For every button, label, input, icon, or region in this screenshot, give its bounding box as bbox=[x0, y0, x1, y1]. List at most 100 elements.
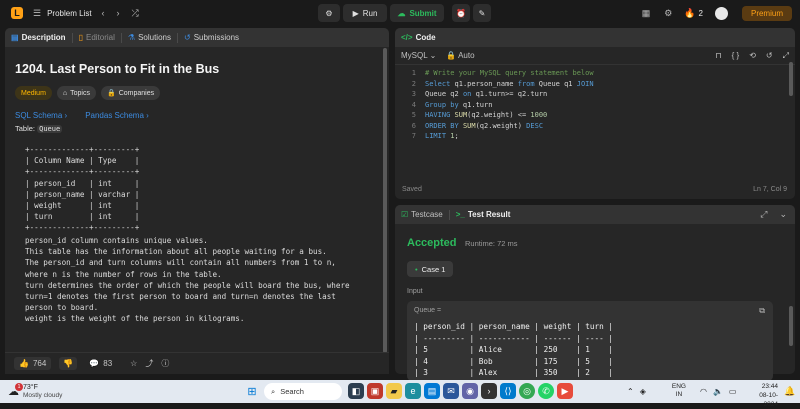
case-1-button[interactable]: • Case 1 bbox=[407, 261, 454, 277]
auto-mode[interactable]: 🔒 Auto bbox=[446, 51, 474, 60]
terminal-app-icon[interactable]: › bbox=[481, 383, 497, 399]
problem-badges: Medium ⌂ Topics 🔒 Companies bbox=[15, 86, 161, 100]
editor-toolbar: MySQL ⌄ 🔒 Auto ⊓ { } ⟲ ↺ ⤢ bbox=[395, 47, 795, 65]
lock-icon: 🔒 bbox=[106, 90, 116, 97]
battery-icon[interactable]: ▭ bbox=[729, 387, 737, 396]
tab-submissions[interactable]: ↺ Submissions bbox=[178, 33, 245, 42]
code-line: 7 LIMIT 1; bbox=[411, 132, 459, 140]
description-text: person_id column contains unique values.… bbox=[25, 236, 350, 324]
weather-widget[interactable]: ☁ 1 73°F Mostly cloudy bbox=[8, 382, 62, 400]
pandas-schema-link[interactable]: Pandas Schema › bbox=[85, 111, 149, 120]
mail-icon[interactable]: ✉ bbox=[443, 383, 459, 399]
result-status: Accepted bbox=[407, 237, 457, 249]
comments-button[interactable]: 💬 83 bbox=[89, 359, 112, 368]
photos-icon[interactable]: ◉ bbox=[462, 383, 478, 399]
store-icon[interactable]: ▤ bbox=[424, 383, 440, 399]
retrieve-icon[interactable]: ⟲ bbox=[749, 51, 756, 60]
clock[interactable]: 23:44 08-10-2024 bbox=[748, 382, 778, 409]
code-scrollbar[interactable] bbox=[789, 62, 793, 96]
language-indicator[interactable]: ENG IN bbox=[672, 383, 686, 399]
run-button[interactable]: ▶ Run bbox=[343, 4, 387, 22]
tab-code[interactable]: </> Code bbox=[395, 33, 442, 42]
description-footer: 👍 764 👎 💬 83 ☆ ⤴ ⓘ bbox=[5, 352, 389, 374]
tab-test-result[interactable]: >_ Test Result bbox=[450, 210, 517, 219]
input-label: Input bbox=[407, 288, 423, 295]
help-icon[interactable]: ⓘ bbox=[161, 358, 169, 369]
windows-taskbar: ☁ 1 73°F Mostly cloudy ⊞ ⌕ Search ◧ ▣ ▰ e… bbox=[0, 380, 800, 408]
queue-label: Queue = bbox=[414, 307, 442, 314]
result-scrollbar[interactable] bbox=[789, 306, 793, 346]
submit-button[interactable]: ☁ Submit bbox=[390, 4, 444, 22]
media-icon[interactable]: ▶ bbox=[557, 383, 573, 399]
avatar[interactable] bbox=[714, 6, 728, 20]
file-explorer-icon[interactable]: ▰ bbox=[386, 383, 402, 399]
settings-gear-icon[interactable]: ⚙ bbox=[664, 8, 672, 19]
panel-toggle-icon[interactable]: ☰ bbox=[33, 8, 41, 19]
table-label: Table: Queue bbox=[15, 124, 63, 133]
code-editor[interactable]: 1 # Write your MySQL query statement belo… bbox=[402, 68, 594, 142]
next-problem-icon[interactable]: › bbox=[117, 8, 120, 18]
widgets-icon[interactable]: ◧ bbox=[348, 383, 364, 399]
taskbar-search[interactable]: ⌕ Search bbox=[264, 383, 342, 400]
leetcode-logo-icon[interactable]: L bbox=[11, 7, 23, 19]
collapse-icon[interactable]: ⌄ bbox=[779, 209, 787, 220]
shuffle-icon[interactable]: ⤮ bbox=[132, 8, 139, 19]
notes-button[interactable]: ✎ bbox=[473, 4, 491, 22]
wifi-icon[interactable]: ◠ bbox=[700, 387, 707, 396]
problem-list-link[interactable]: Problem List bbox=[47, 9, 91, 18]
notification-bell-icon[interactable]: 🔔 bbox=[784, 386, 795, 397]
code-line: 6 ORDER BY SUM(q2.weight) DESC bbox=[411, 121, 544, 130]
thumbs-up-icon: 👍 bbox=[19, 359, 29, 368]
tray-app-icon[interactable]: ◈ bbox=[640, 387, 646, 396]
play-icon: ▶ bbox=[352, 8, 359, 18]
favorite-star-icon[interactable]: ☆ bbox=[130, 359, 137, 368]
code-line: 2 Select q1.person_name from Queue q1 JOI… bbox=[411, 79, 594, 88]
alarm-button[interactable]: ⏰ bbox=[452, 4, 470, 22]
reset-icon[interactable]: ↺ bbox=[766, 51, 773, 60]
task-view-icon[interactable]: ▣ bbox=[367, 383, 383, 399]
dislike-button[interactable]: 👎 bbox=[59, 357, 78, 370]
copy-icon[interactable]: ⧉ bbox=[759, 306, 765, 316]
code-icon: </> bbox=[401, 33, 413, 42]
chrome-icon[interactable]: ◎ bbox=[519, 383, 535, 399]
dot-icon: • bbox=[415, 264, 418, 274]
tab-editorial[interactable]: ▯ Editorial bbox=[73, 33, 121, 42]
prev-problem-icon[interactable]: ‹ bbox=[102, 8, 105, 18]
volume-icon[interactable]: 🔈 bbox=[713, 387, 723, 396]
difficulty-badge: Medium bbox=[15, 86, 52, 100]
tray-chevron-icon[interactable]: ⌃ bbox=[627, 387, 634, 396]
code-line: 5 HAVING SUM(q2.weight) <= 1000 bbox=[411, 111, 548, 119]
bookmark-icon[interactable]: ⊓ bbox=[715, 51, 721, 60]
streak-fire-icon[interactable]: 🔥 bbox=[684, 8, 695, 19]
history-icon: ↺ bbox=[183, 33, 191, 42]
companies-badge[interactable]: 🔒 Companies bbox=[100, 86, 161, 100]
editor-status: Saved bbox=[402, 186, 422, 193]
premium-button[interactable]: Premium bbox=[741, 5, 792, 21]
queue-input-box: Queue = ⧉ | person_id | person_name | we… bbox=[407, 301, 773, 381]
taskbar-apps: ◧ ▣ ▰ e ▤ ✉ ◉ › ⟨⟩ ◎ ✆ ▶ bbox=[348, 383, 573, 399]
layout-icon[interactable]: ▦ bbox=[642, 8, 651, 19]
windows-start-icon[interactable]: ⊞ bbox=[244, 384, 260, 400]
whatsapp-icon[interactable]: ✆ bbox=[538, 383, 554, 399]
check-square-icon: ☑ bbox=[401, 210, 409, 219]
description-scrollbar[interactable] bbox=[383, 48, 387, 353]
share-icon[interactable]: ⤴ bbox=[145, 358, 153, 369]
thumbs-down-icon: 👎 bbox=[63, 359, 74, 368]
tab-solutions[interactable]: ⚗ Solutions bbox=[122, 33, 177, 42]
runtime-text: Runtime: 72 ms bbox=[465, 239, 518, 248]
sql-schema-link[interactable]: SQL Schema › bbox=[15, 111, 67, 120]
book-icon: ▯ bbox=[78, 33, 83, 42]
fullscreen-icon[interactable]: ⤢ bbox=[783, 51, 789, 61]
language-select[interactable]: MySQL ⌄ bbox=[401, 51, 436, 60]
topics-badge[interactable]: ⌂ Topics bbox=[56, 86, 96, 100]
tab-testcase[interactable]: ☑ Testcase bbox=[395, 210, 449, 219]
weather-alert-badge: 1 bbox=[15, 382, 23, 391]
tab-description[interactable]: ▤ Description bbox=[5, 33, 72, 42]
format-braces-icon[interactable]: { } bbox=[732, 51, 740, 60]
expand-icon[interactable]: ⤢ bbox=[760, 209, 767, 220]
vscode-icon[interactable]: ⟨⟩ bbox=[500, 383, 516, 399]
like-button[interactable]: 👍 764 bbox=[14, 357, 52, 370]
flask-icon: ⚗ bbox=[127, 33, 136, 42]
edge-icon[interactable]: e bbox=[405, 383, 421, 399]
debug-button[interactable]: ⚙ bbox=[318, 4, 340, 22]
